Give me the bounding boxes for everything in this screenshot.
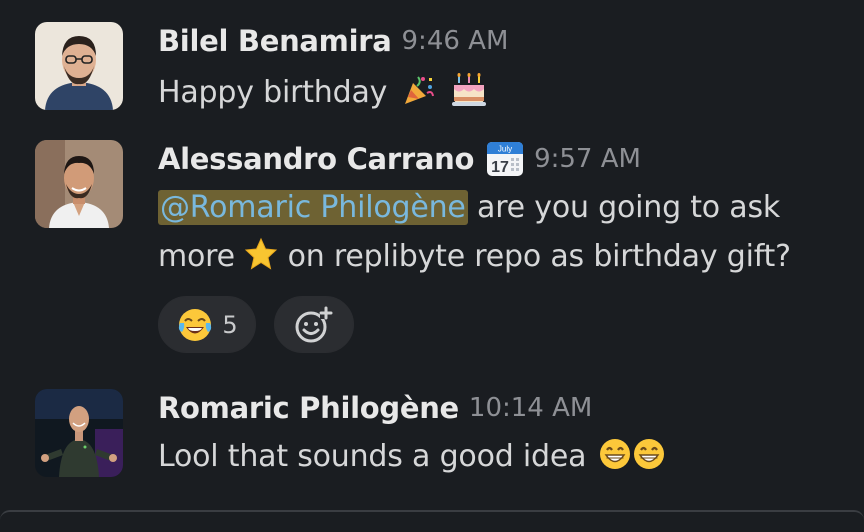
timestamp[interactable]: 9:46 AM (402, 26, 509, 56)
joy-icon (176, 306, 214, 344)
grin-icon (632, 437, 666, 471)
calendar-day: 17 (491, 159, 509, 176)
star-icon (244, 237, 278, 271)
reaction-joy[interactable]: 5 (158, 296, 256, 353)
avatar[interactable] (35, 140, 123, 228)
avatar[interactable] (35, 22, 123, 110)
author-name[interactable]: Romaric Philogène (158, 391, 459, 425)
add-reaction-button[interactable] (274, 296, 354, 353)
message-text: are you going to ask (467, 190, 781, 225)
party-popper-icon (401, 73, 435, 107)
message-composer[interactable] (0, 510, 864, 532)
calendar-month: July (498, 145, 512, 154)
author-name[interactable]: Alessandro Carrano (158, 142, 474, 176)
message-text: Lool that sounds a good idea (158, 439, 587, 474)
message-text: more (158, 239, 235, 274)
avatar[interactable] (35, 389, 123, 477)
grin-icon (598, 437, 632, 471)
user-mention[interactable]: @Romaric Philogène (158, 190, 468, 225)
reaction-count: 5 (222, 310, 238, 339)
add-reaction-icon (294, 305, 334, 345)
message-text: on replibyte repo as birthday gift? (278, 239, 791, 274)
reactions-bar: 5 (158, 296, 354, 353)
timestamp[interactable]: 9:57 AM (534, 144, 641, 174)
birthday-cake-icon (451, 73, 486, 107)
timestamp[interactable]: 10:14 AM (469, 393, 592, 423)
message-text: Happy birthday (158, 75, 388, 110)
calendar-icon[interactable]: July 17 (486, 140, 524, 178)
author-name[interactable]: Bilel Benamira (158, 24, 392, 58)
